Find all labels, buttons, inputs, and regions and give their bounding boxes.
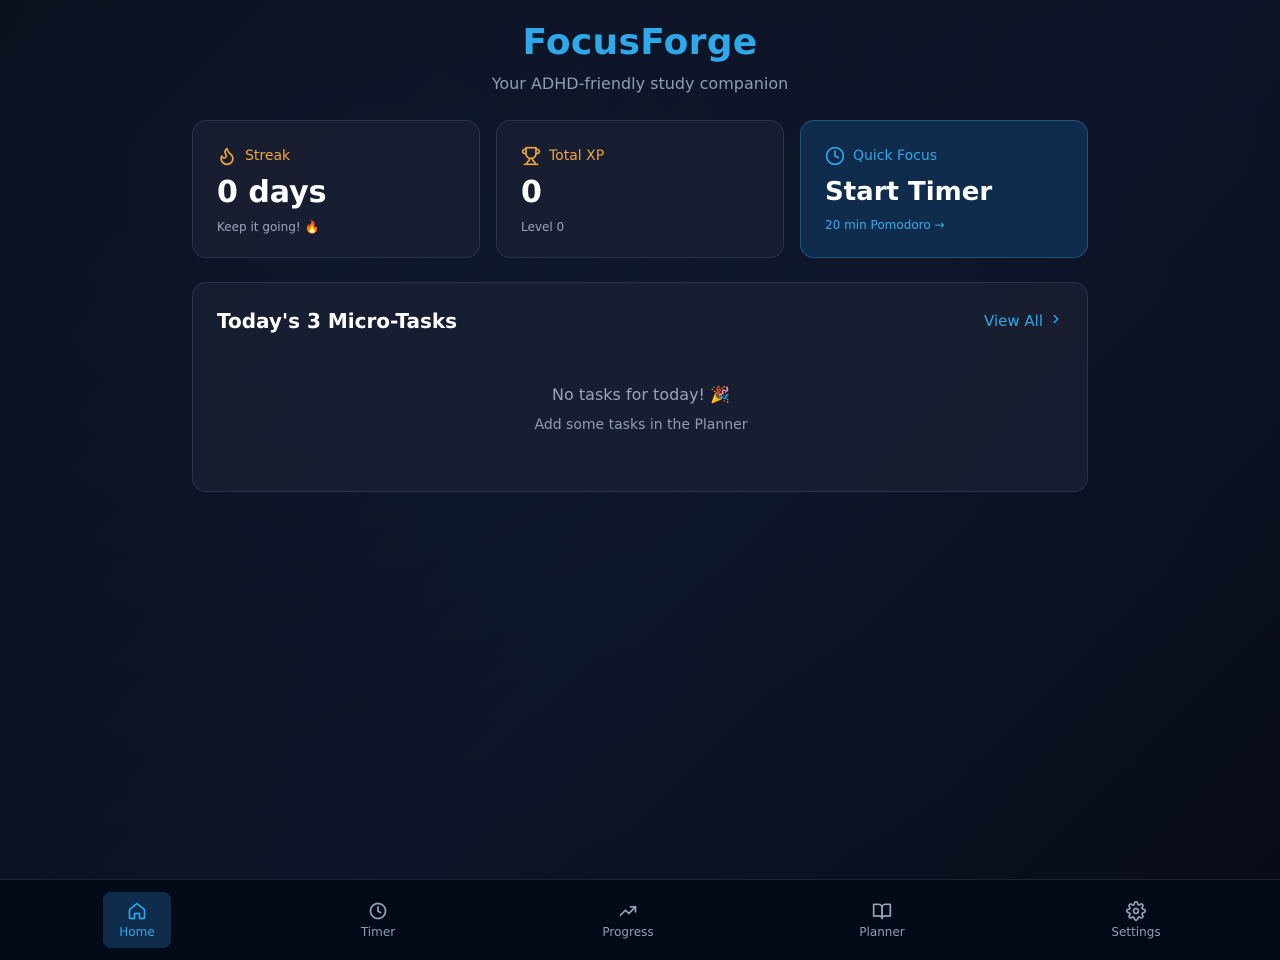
pomodoro-link[interactable]: 20 min Pomodoro → <box>825 218 1063 232</box>
chevron-right-icon <box>1049 312 1063 330</box>
micro-tasks-title: Today's 3 Micro-Tasks <box>217 309 458 333</box>
streak-label: Streak <box>245 148 291 164</box>
nav-settings[interactable]: Settings <box>1100 892 1172 948</box>
nav-timer-label: Timer <box>360 925 396 939</box>
xp-label: Total XP <box>549 148 605 164</box>
nav-planner-label: Planner <box>859 925 905 939</box>
clock-icon <box>825 146 845 166</box>
xp-card: Total XP 0 Level 0 <box>496 120 784 258</box>
streak-value: 0 days <box>217 175 327 210</box>
empty-state-message: No tasks for today! 🎉 <box>552 385 730 404</box>
app-root: FocusForge Your ADHD-friendly study comp… <box>0 0 1280 960</box>
nav-timer[interactable]: Timer <box>344 892 412 948</box>
nav-progress[interactable]: Progress <box>590 892 666 948</box>
nav-home-label: Home <box>119 925 155 939</box>
view-all-link[interactable]: View All <box>984 312 1063 330</box>
streak-note: Keep it going! 🔥 <box>217 220 320 234</box>
clock-icon <box>368 901 388 921</box>
micro-tasks-panel: Today's 3 Micro-Tasks View All No tasks … <box>192 282 1088 492</box>
empty-state-hint: Add some tasks in the Planner <box>534 417 748 433</box>
nav-progress-label: Progress <box>602 925 654 939</box>
gear-icon <box>1126 901 1146 921</box>
nav-home[interactable]: Home <box>103 892 171 948</box>
flame-icon <box>217 146 237 166</box>
page-title: FocusForge <box>522 22 758 63</box>
view-all-label: View All <box>984 312 1043 330</box>
nav-settings-label: Settings <box>1111 925 1161 939</box>
home-icon <box>127 901 147 921</box>
book-open-icon <box>872 901 892 921</box>
nav-planner[interactable]: Planner <box>846 892 918 948</box>
xp-value: 0 <box>521 175 542 210</box>
trophy-icon <box>521 146 541 166</box>
trending-up-icon <box>618 901 638 921</box>
level-note: Level 0 <box>521 220 565 234</box>
quick-focus-label: Quick Focus <box>853 148 938 164</box>
page-subtitle: Your ADHD-friendly study companion <box>491 74 789 93</box>
streak-card: Streak 0 days Keep it going! 🔥 <box>192 120 480 258</box>
bottom-nav: Home Timer Progress Planner Settings <box>0 879 1280 960</box>
quick-focus-card[interactable]: Quick Focus Start Timer 20 min Pomodoro … <box>800 120 1088 258</box>
start-timer-button[interactable]: Start Timer <box>825 177 1063 207</box>
